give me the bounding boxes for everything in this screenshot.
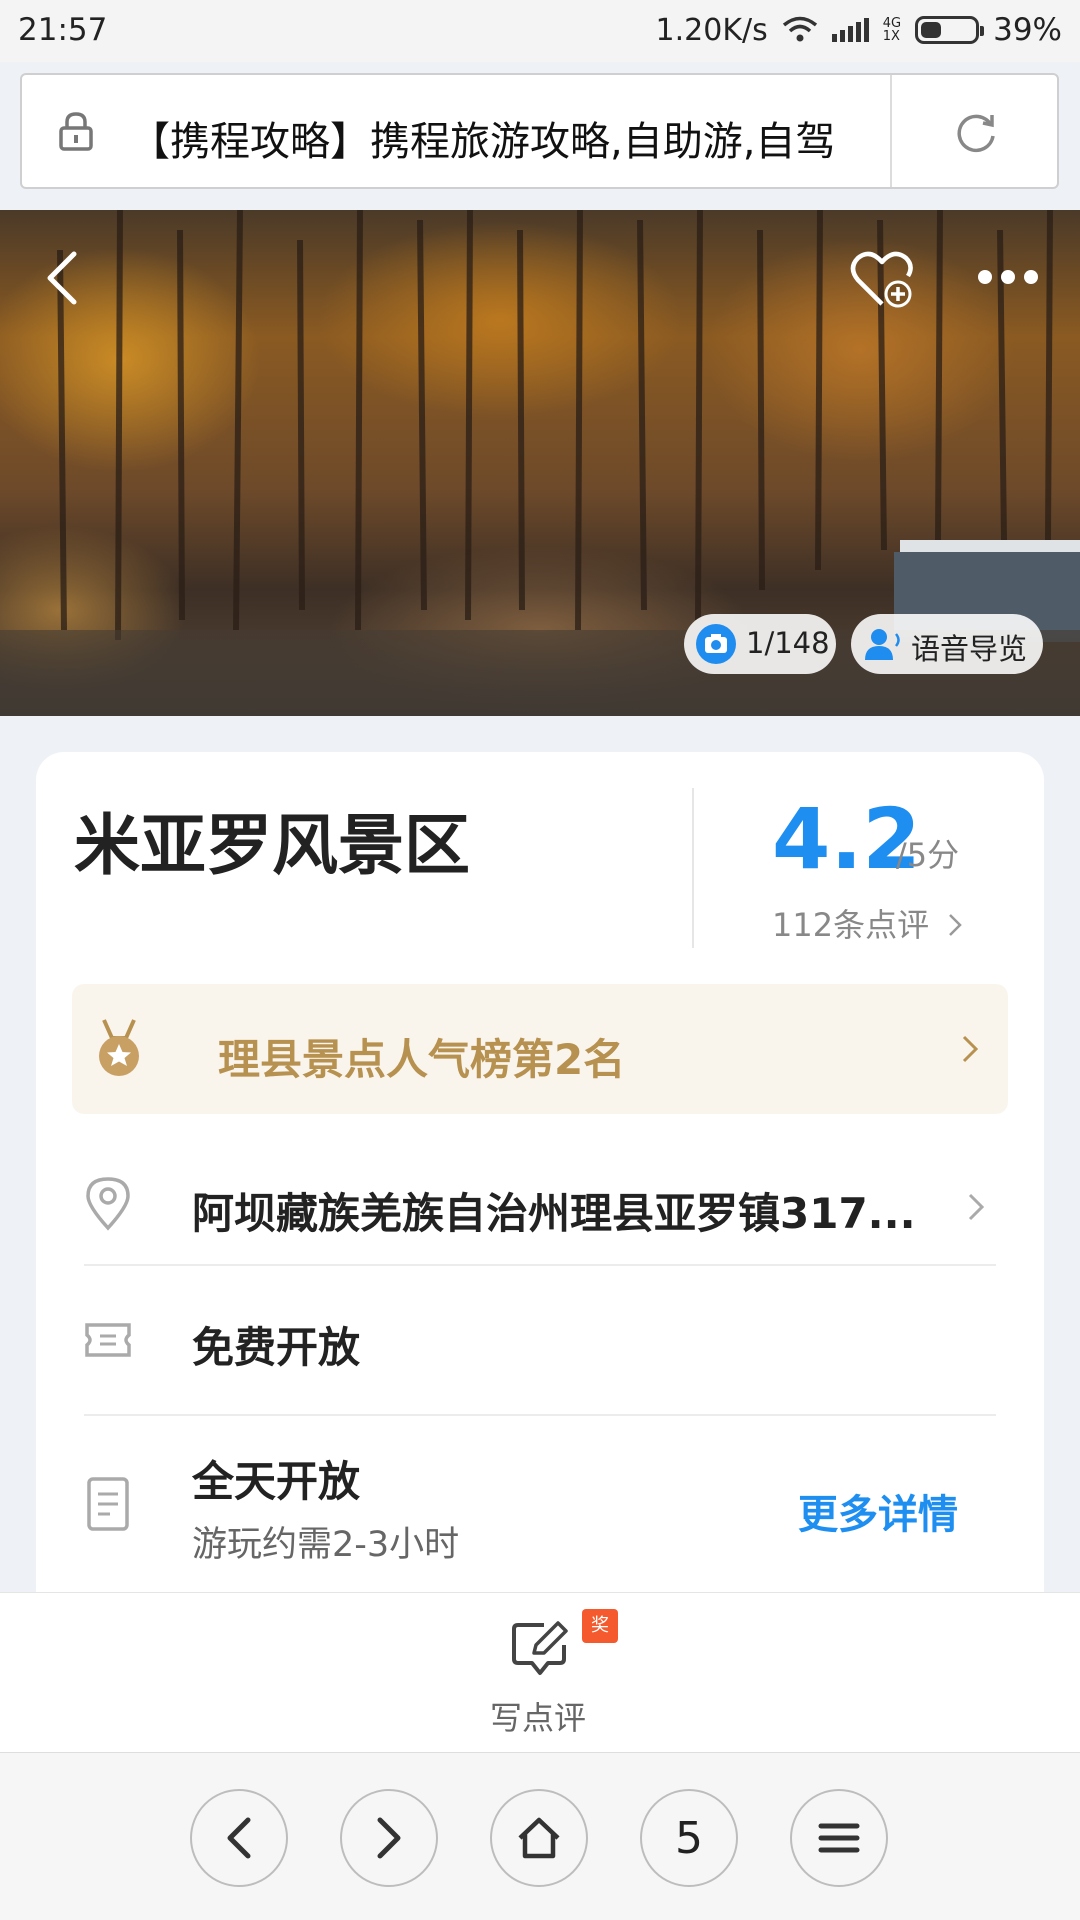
review-count-link[interactable]: 112条点评 (772, 900, 963, 946)
location-pin-icon (86, 1177, 130, 1231)
nav-back-button[interactable] (190, 1789, 288, 1887)
browser-nav-bar: 5 (0, 1752, 1080, 1920)
hours-row[interactable]: 全天开放 游玩约需2-3小时 更多详情 (72, 1416, 1008, 1616)
signal-icon (831, 18, 869, 42)
nav-menu-button[interactable] (790, 1789, 888, 1887)
review-count: 112条点评 (772, 906, 930, 944)
audio-guide-icon (865, 629, 900, 660)
address-bar-divider (890, 75, 892, 187)
attraction-card: 米亚罗风景区 4.2 /5分 112条点评 理县景点人气榜第2名 阿坝藏族羌族自… (36, 752, 1044, 1652)
rank-text: 理县景点人气榜第2名 (218, 1035, 626, 1084)
award-badge: 奖 (582, 1609, 618, 1643)
favorite-add-icon[interactable] (850, 248, 914, 312)
network-type: 4G 1X (883, 17, 901, 43)
photo-counter[interactable]: 1/148 (684, 614, 836, 674)
wifi-icon (782, 16, 817, 42)
address-row[interactable]: 阿坝藏族羌族自治州理县亚罗镇317... (72, 1142, 1008, 1272)
back-icon[interactable] (42, 248, 82, 308)
battery-percent: 39% (993, 12, 1062, 48)
network-speed: 1.20K/s (655, 12, 768, 48)
photo-counter-text: 1/148 (746, 626, 830, 660)
edit-icon[interactable] (510, 1621, 570, 1679)
document-icon (87, 1477, 129, 1531)
chevron-right-icon (949, 914, 963, 936)
popularity-rank-banner[interactable]: 理县景点人气榜第2名 (72, 984, 1008, 1114)
medal-icon (99, 1019, 139, 1076)
audio-guide-button[interactable]: 语音导览 (851, 614, 1043, 674)
page-title[interactable]: 【携程攻略】携程旅游攻略,自助游,自驾 (130, 109, 890, 167)
chevron-right-icon (968, 1193, 985, 1221)
menu-icon (818, 1823, 860, 1853)
chevron-right-icon (962, 1035, 979, 1063)
hours-text: 全天开放 (192, 1457, 361, 1506)
nav-tabs-button[interactable]: 5 (640, 1789, 738, 1887)
home-icon (518, 1817, 560, 1859)
audio-guide-label: 语音导览 (911, 632, 1028, 666)
status-time: 21:57 (18, 12, 108, 48)
duration-text: 游玩约需2-3小时 (192, 1525, 460, 1565)
title-divider (692, 788, 694, 948)
chevron-right-icon (377, 1817, 401, 1859)
lock-icon (59, 112, 93, 151)
battery-icon (915, 16, 985, 44)
more-details-link[interactable]: 更多详情 (798, 1482, 958, 1540)
ticket-row: 免费开放 (72, 1266, 1008, 1414)
address-text: 阿坝藏族羌族自治州理县亚罗镇317... (192, 1189, 916, 1238)
tab-count: 5 (675, 1812, 703, 1864)
battery-level (921, 22, 942, 38)
camera-icon (696, 624, 736, 664)
network-type-bottom: 1X (882, 29, 900, 44)
nav-forward-button[interactable] (340, 1789, 438, 1887)
more-icon[interactable] (978, 270, 1038, 290)
reload-icon[interactable] (953, 109, 999, 155)
ticket-icon (85, 1323, 131, 1357)
status-indicators: 1.20K/s 4G 1X 39% (656, 12, 1062, 48)
address-bar[interactable]: 【携程攻略】携程旅游攻略,自助游,自驾 (20, 73, 1059, 189)
attraction-name: 米亚罗风景区 (74, 807, 470, 884)
chevron-left-icon (227, 1817, 251, 1859)
status-bar: 21:57 1.20K/s 4G 1X 39% (0, 0, 1080, 62)
rating-scale: /5分 (896, 836, 960, 874)
write-review-label[interactable]: 写点评 (490, 1693, 586, 1739)
ticket-text: 免费开放 (192, 1323, 361, 1372)
nav-home-button[interactable] (490, 1789, 588, 1887)
write-review-bar[interactable]: 奖 写点评 (0, 1592, 1080, 1752)
hero-image[interactable]: 1/148 语音导览 (0, 210, 1080, 716)
